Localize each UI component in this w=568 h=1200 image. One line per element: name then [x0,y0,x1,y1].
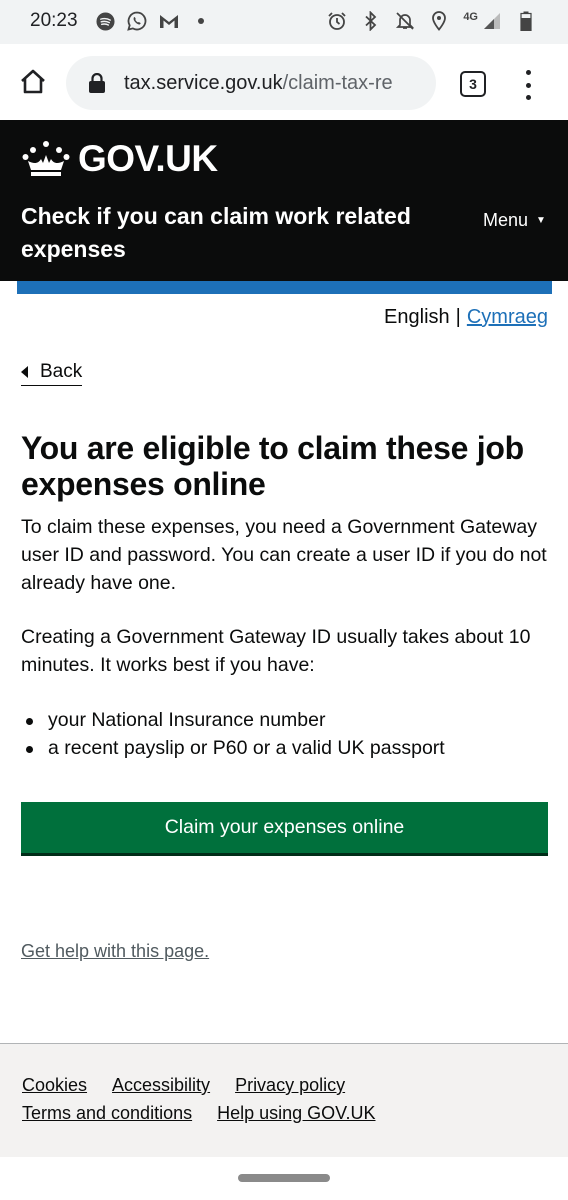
spotify-icon [95,11,115,31]
get-help-link[interactable]: Get help with this page. [21,941,209,962]
list-item: a recent payslip or P60 or a valid UK pa… [26,734,548,762]
footer-link-cookies[interactable]: Cookies [22,1075,87,1096]
system-nav-bar [0,1157,568,1200]
footer-links-row: Terms and conditions Help using GOV.UK [22,1103,376,1124]
location-icon [429,11,449,31]
govuk-header: GOV.UK Check if you can claim work relat… [0,120,568,281]
footer: Cookies Accessibility Privacy policy Ter… [0,1043,568,1157]
govuk-logo[interactable]: GOV.UK [22,138,218,180]
gmail-icon [159,11,179,31]
language-separator: | [455,306,461,328]
dot-icon [191,11,211,31]
footer-link-terms[interactable]: Terms and conditions [22,1103,192,1124]
back-link[interactable]: Back [21,361,83,386]
gateway-paragraph: Creating a Government Gateway ID usually… [21,626,531,676]
caret-down-icon: ▼ [536,215,546,226]
crown-icon [22,141,70,176]
language-current: English [384,306,450,328]
mute-icon [395,11,415,31]
menu-label: Menu [483,210,529,230]
language-toggle: English | Cymraeg [384,306,548,329]
footer-link-accessibility[interactable]: Accessibility [112,1075,210,1096]
url-host: tax.service.gov.uk [124,71,283,94]
list-item: your National Insurance number [26,706,548,734]
address-bar[interactable]: tax.service.gov.uk /claim-tax-re [66,56,436,110]
requirements-list: your National Insurance number a recent … [26,706,548,762]
bluetooth-icon [361,11,381,31]
back-label: Back [40,361,83,382]
status-bar: 20:23 4G [0,0,568,44]
header-accent-bar [17,281,552,294]
network-type: 4G [463,11,478,23]
whatsapp-icon [127,11,147,31]
url-path: /claim-tax-re [282,71,393,94]
battery-icon [516,11,536,31]
govuk-logo-text: GOV.UK [78,138,218,179]
claim-expenses-button[interactable]: Claim your expenses online [21,802,548,853]
back-arrow-icon [21,366,28,378]
language-cymraeg-link[interactable]: Cymraeg [467,306,548,329]
footer-links-row: Cookies Accessibility Privacy policy [22,1075,345,1096]
more-menu-icon[interactable] [518,70,538,100]
footer-link-help-govuk[interactable]: Help using GOV.UK [217,1103,375,1124]
page-title: You are eligible to claim these job expe… [21,430,524,502]
gesture-handle[interactable] [238,1174,330,1182]
menu-button[interactable]: Menu ▼ [483,210,546,231]
status-time: 20:23 [30,10,78,31]
lock-icon [89,73,105,93]
browser-toolbar: tax.service.gov.uk /claim-tax-re 3 [0,44,568,120]
intro-paragraph: To claim these expenses, you need a Gove… [21,516,547,594]
footer-link-privacy[interactable]: Privacy policy [235,1075,345,1096]
signal-icon [482,11,502,31]
service-name[interactable]: Check if you can claim work related expe… [21,200,441,266]
alarm-icon [327,11,347,31]
home-icon[interactable] [16,64,50,98]
tab-switcher-button[interactable]: 3 [460,71,486,97]
